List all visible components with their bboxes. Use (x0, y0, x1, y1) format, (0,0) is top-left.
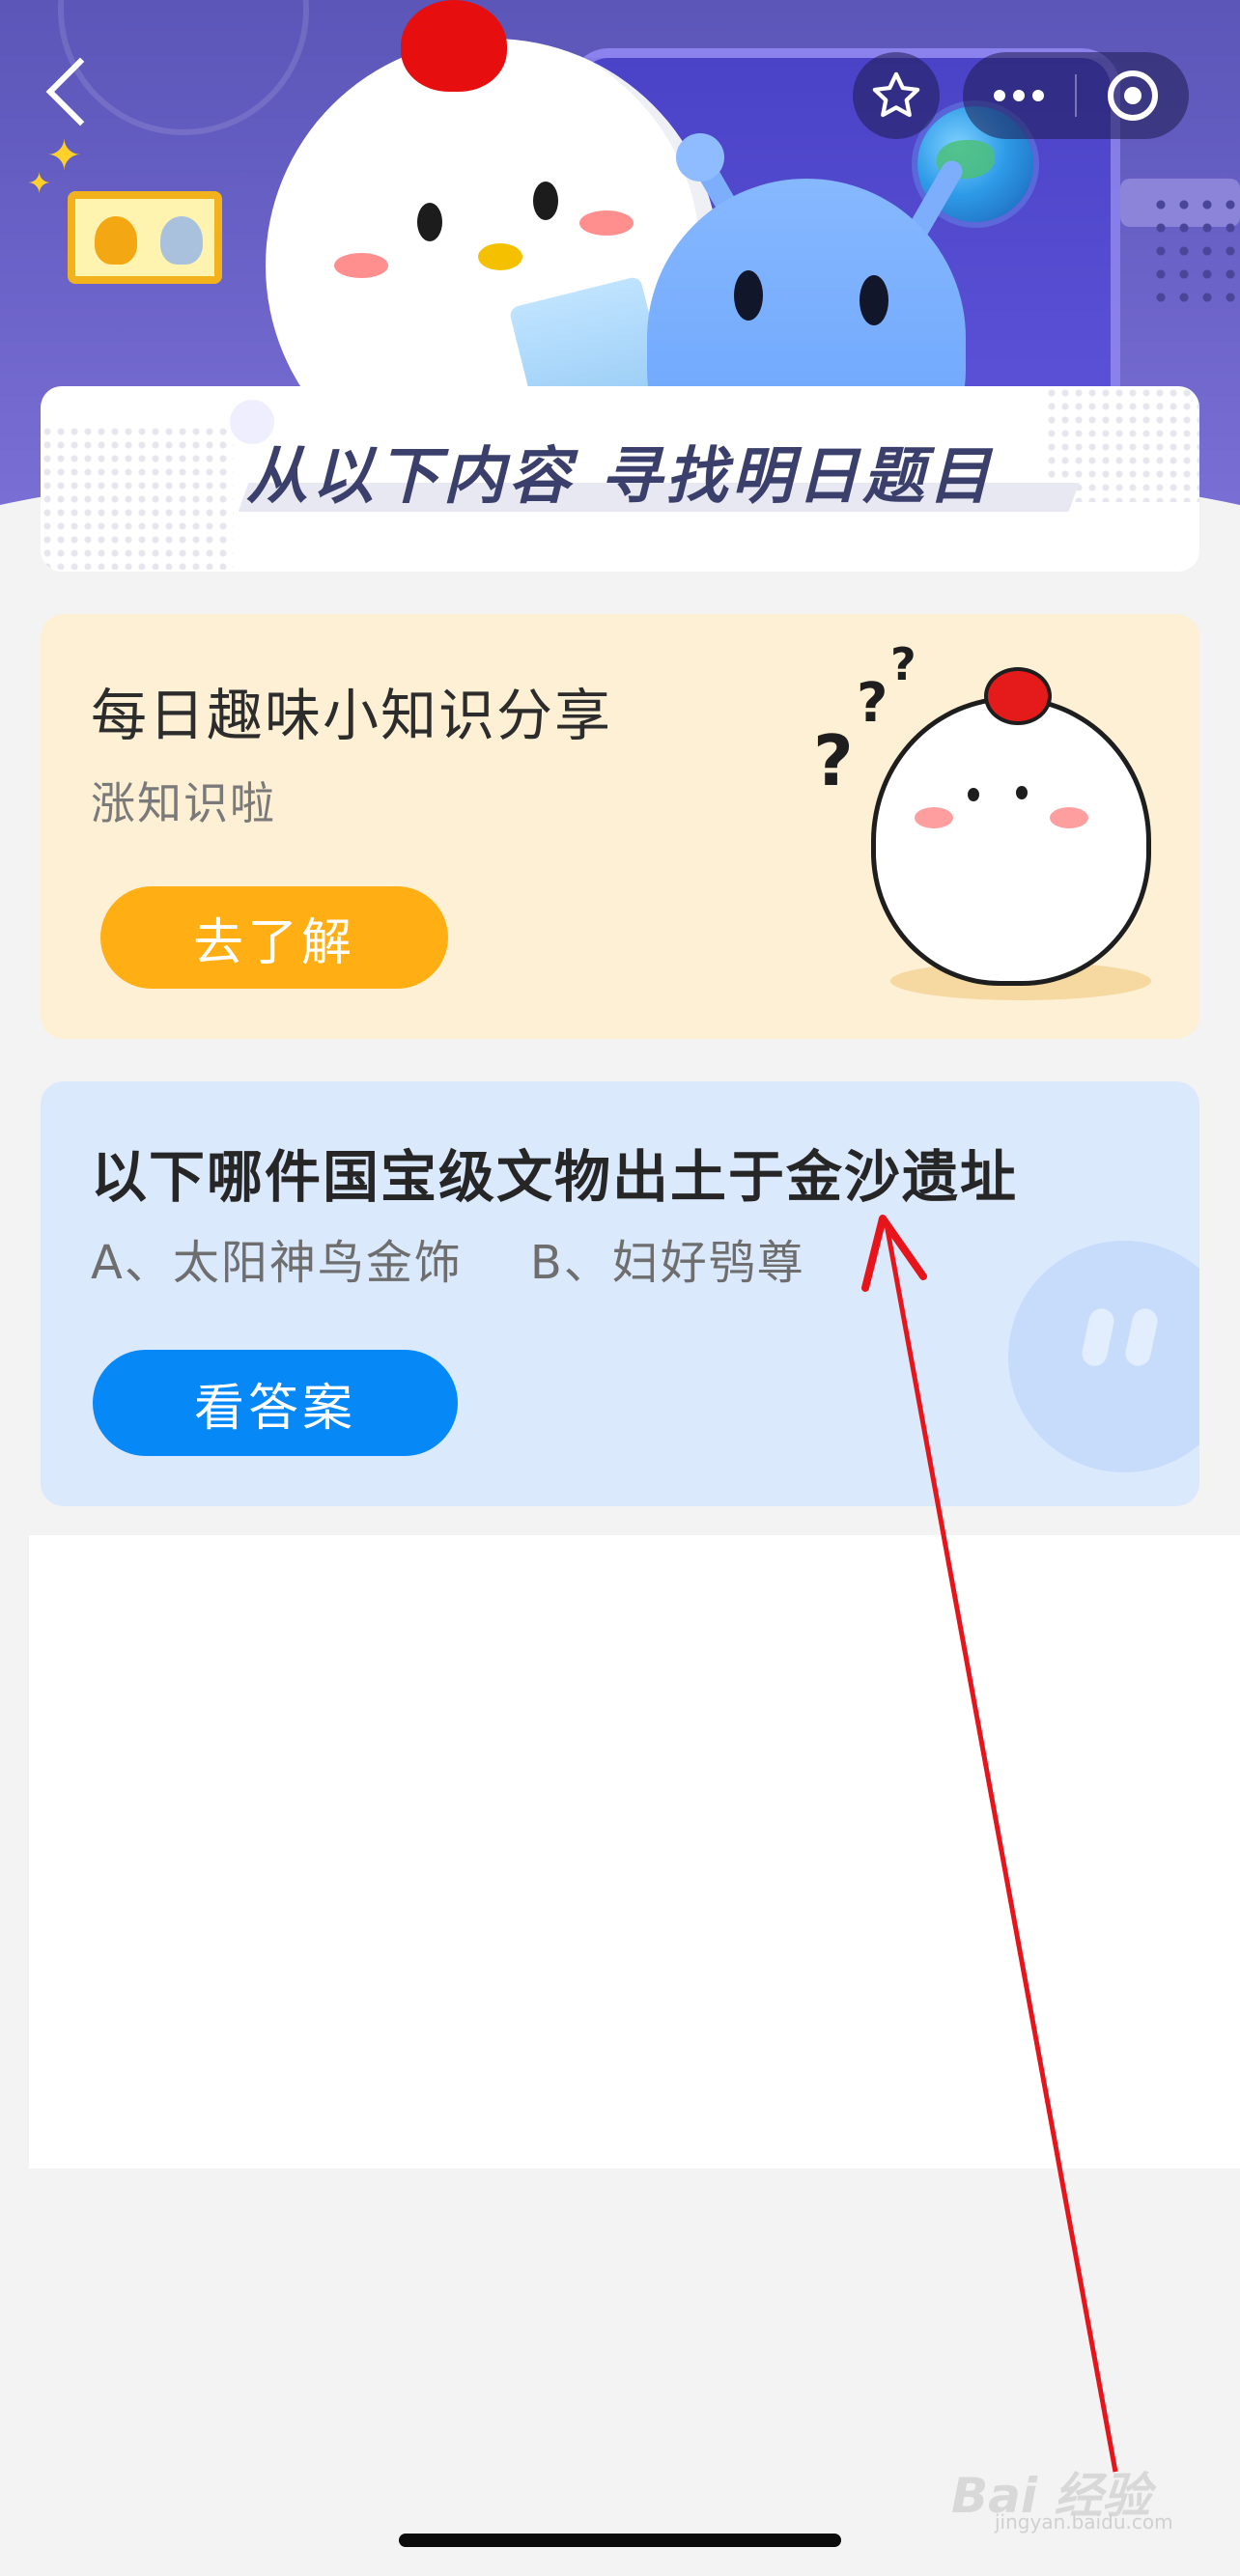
chicken-eye (533, 182, 558, 220)
question-mark-icon: ? (857, 672, 888, 735)
alien-eye (860, 275, 888, 325)
knowledge-card[interactable]: 每日趣味小知识分享 涨知识啦 去了解 ? ? ? (41, 614, 1199, 1039)
chick-eye (968, 788, 979, 801)
question-mark-icon: ? (813, 720, 854, 801)
alien-eye (734, 270, 763, 321)
silver-medal-icon (160, 216, 203, 265)
badge-frame-icon (68, 191, 222, 284)
question-mark-icon: ? (890, 638, 916, 690)
gold-medal-icon (95, 216, 137, 265)
banner-title: 从以下内容 寻找明日题目 (245, 441, 995, 513)
mini-program-capsule (963, 52, 1189, 139)
decor-dots (1149, 193, 1240, 309)
sparkle-icon: ✦ (46, 131, 82, 181)
chicken-cheek (334, 253, 388, 278)
decor-circle (58, 0, 309, 135)
chicken-cheek (579, 210, 634, 236)
home-indicator[interactable] (399, 2534, 841, 2547)
close-target-icon (1108, 70, 1158, 121)
sparkle-icon: ✦ (27, 167, 52, 201)
chat-bubble-decor-icon (1008, 1241, 1199, 1472)
empty-content-area (29, 1535, 1240, 2169)
decor-mark (1123, 1305, 1160, 1369)
alien-antenna-tip (676, 133, 724, 182)
favorite-button[interactable] (853, 52, 940, 139)
chicken-comb (401, 0, 507, 92)
decor-mark (1080, 1305, 1116, 1369)
chicken-beak (478, 243, 522, 270)
question-mark-chick-icon (871, 696, 1151, 986)
view-answer-button[interactable]: 看答案 (93, 1350, 458, 1456)
answer-options: A、太阳神鸟金饰 B、妇好鸮尊 (91, 1224, 805, 1292)
page-root: ✦ ✦ 从以下内容 寻找明日题目 每日趣味小知识分享 涨知识啦 去了解 ? ? … (0, 0, 1240, 2576)
chick-cheek (915, 807, 953, 828)
favorite-star-icon (872, 71, 920, 118)
find-question-banner: 从以下内容 寻找明日题目 (41, 386, 1199, 572)
chicken-eye (417, 203, 442, 241)
close-button[interactable] (1077, 52, 1189, 139)
chick-eye (1016, 786, 1028, 799)
option-a: A、太阳神鸟金饰 (91, 1236, 463, 1290)
more-dots-icon (994, 90, 1044, 101)
question-text: 以下哪件国宝级文物出土于金沙遗址 (91, 1144, 1019, 1210)
knowledge-title: 每日趣味小知识分享 (91, 683, 613, 748)
option-b: B、妇好鸮尊 (529, 1236, 805, 1290)
question-card[interactable]: 以下哪件国宝级文物出土于金沙遗址 A、太阳神鸟金饰 B、妇好鸮尊 看答案 (41, 1081, 1199, 1506)
chick-cheek (1050, 807, 1088, 828)
knowledge-subtitle: 涨知识啦 (91, 777, 276, 829)
more-button[interactable] (963, 52, 1075, 139)
learn-more-button[interactable]: 去了解 (100, 886, 448, 989)
chick-comb (984, 667, 1052, 725)
baidu-watermark-url: jingyan.baidu.com (995, 2510, 1173, 2534)
